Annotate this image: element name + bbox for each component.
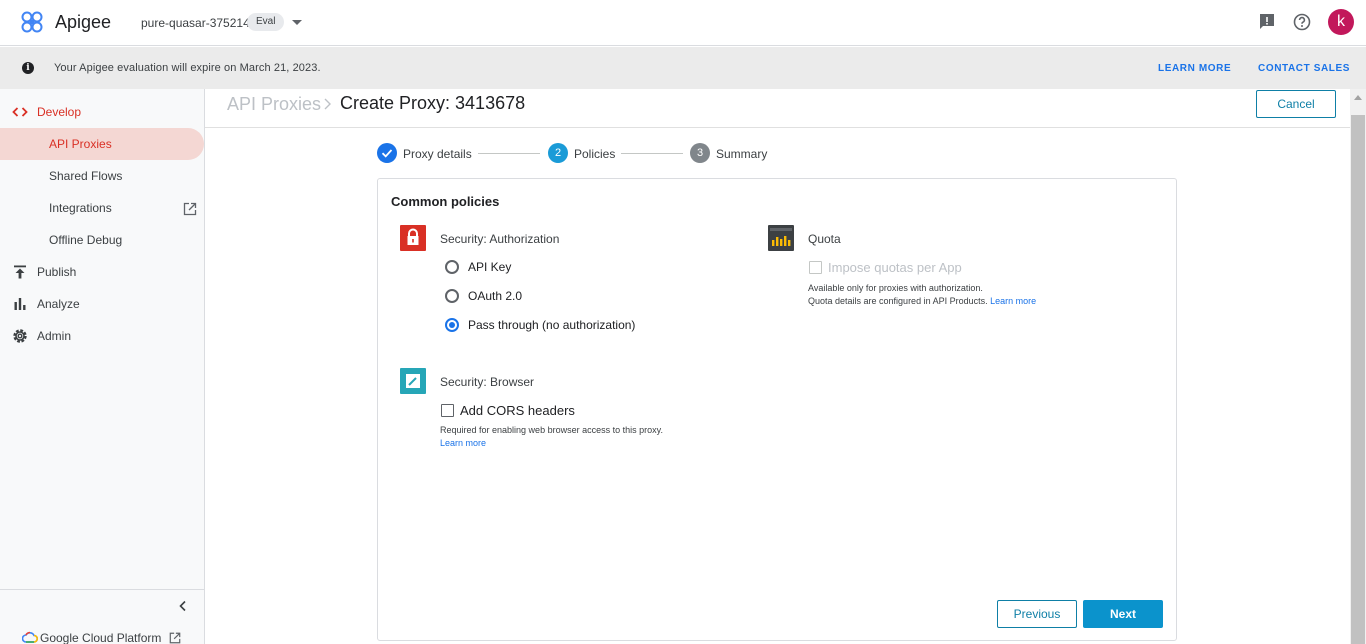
evaluation-banner: i Your Apigee evaluation will expire on … (0, 47, 1366, 89)
radio-oauth[interactable] (445, 289, 459, 303)
sidebar-item-label: API Proxies (49, 137, 112, 151)
radio-pass-through[interactable] (445, 318, 459, 332)
sidebar-item-label: Admin (37, 329, 72, 343)
feedback-icon[interactable] (1257, 12, 1277, 32)
sidebar-item-develop[interactable]: Develop (0, 96, 204, 128)
banner-message: Your Apigee evaluation will expire on Ma… (54, 62, 321, 74)
chevron-down-icon[interactable] (292, 20, 302, 25)
sidebar-item-integrations[interactable]: Integrations (0, 192, 204, 224)
eval-badge: Eval (247, 13, 285, 31)
step-connector (478, 153, 540, 154)
top-app-bar: Apigee pure-quasar-375214 Eval k (0, 0, 1366, 46)
sidebar-item-label: Develop (37, 105, 82, 119)
cors-checkbox[interactable] (441, 404, 454, 417)
scrollbar[interactable] (1350, 89, 1366, 644)
sidebar-item-label: Analyze (37, 297, 80, 311)
sidebar-item-label: Publish (37, 265, 77, 279)
radio-label[interactable]: API Key (468, 260, 511, 274)
help-text: Quota details are configured in API Prod… (808, 296, 988, 306)
sidebar-item-offline-debug[interactable]: Offline Debug (0, 224, 204, 256)
next-button[interactable]: Next (1083, 600, 1163, 628)
publish-icon (14, 265, 26, 279)
previous-button[interactable]: Previous (997, 600, 1077, 628)
cancel-button[interactable]: Cancel (1256, 90, 1336, 118)
account-avatar[interactable]: k (1328, 9, 1354, 35)
sidebar-item-label: Integrations (49, 201, 112, 215)
open-in-new-icon (183, 202, 197, 216)
google-cloud-logo-icon (22, 631, 38, 643)
step-number: 3 (690, 143, 710, 163)
chevron-left-icon[interactable] (176, 599, 190, 613)
divider (205, 127, 1350, 128)
sidebar-item-api-proxies[interactable]: API Proxies (0, 128, 204, 160)
step-label[interactable]: Proxy details (403, 147, 472, 161)
quota-help-text: Available only for proxies with authoriz… (808, 282, 1036, 308)
checkbox-label[interactable]: Add CORS headers (460, 403, 575, 418)
radio-label[interactable]: OAuth 2.0 (468, 289, 522, 303)
quota-label: Quota (808, 232, 841, 246)
breadcrumb[interactable]: API Proxies (227, 94, 321, 115)
card-title: Common policies (391, 194, 500, 209)
app-title[interactable]: Apigee (55, 12, 111, 33)
scroll-up-arrow-icon[interactable] (1354, 95, 1362, 100)
browser-label: Security: Browser (440, 375, 535, 389)
page-title: Create Proxy: 3413678 (340, 93, 526, 113)
check-icon (381, 149, 393, 158)
gear-icon (13, 329, 27, 343)
radio-api-key[interactable] (445, 260, 459, 274)
code-icon (12, 107, 28, 117)
browser-icon (400, 368, 426, 394)
sidebar-item-admin[interactable]: Admin (0, 320, 204, 352)
cors-help-text: Required for enabling web browser access… (440, 424, 663, 450)
help-line: Quota details are configured in API Prod… (808, 295, 1036, 308)
google-cloud-platform-link[interactable]: Google Cloud Platform (40, 631, 161, 644)
divider (0, 589, 204, 590)
step-done-icon (377, 143, 397, 163)
quota-icon (768, 225, 794, 251)
info-icon: i (22, 62, 34, 74)
scrollbar-thumb[interactable] (1351, 115, 1365, 644)
step-label[interactable]: Summary (716, 147, 767, 161)
radio-label[interactable]: Pass through (no authorization) (468, 318, 635, 332)
step-connector (621, 153, 683, 154)
apigee-logo-icon[interactable] (20, 10, 44, 34)
authorization-label: Security: Authorization (440, 232, 560, 246)
learn-more-link[interactable]: Learn more (990, 296, 1036, 306)
sidebar-item-analyze[interactable]: Analyze (0, 288, 204, 320)
sidebar-nav: Develop API Proxies Shared Flows Integra… (0, 89, 205, 644)
help-icon[interactable] (1292, 12, 1312, 32)
chevron-right-icon (324, 98, 331, 110)
open-in-new-icon (169, 632, 181, 644)
sidebar-item-label: Offline Debug (49, 233, 123, 247)
impose-quotas-checkbox[interactable] (809, 261, 822, 274)
bar-chart-icon (14, 298, 26, 310)
learn-more-link[interactable]: Learn more (440, 437, 663, 450)
sidebar-item-label: Shared Flows (49, 169, 123, 183)
contact-sales-link[interactable]: CONTACT SALES (1258, 63, 1350, 74)
lock-icon (400, 225, 426, 251)
step-number: 2 (548, 143, 568, 163)
sidebar-item-shared-flows[interactable]: Shared Flows (0, 160, 204, 192)
checkbox-label[interactable]: Impose quotas per App (828, 260, 962, 275)
learn-more-link[interactable]: LEARN MORE (1158, 63, 1231, 74)
sidebar-item-publish[interactable]: Publish (0, 256, 204, 288)
project-selector-name[interactable]: pure-quasar-375214 (141, 16, 250, 30)
step-label[interactable]: Policies (574, 147, 615, 161)
help-line: Available only for proxies with authoriz… (808, 283, 983, 293)
help-line: Required for enabling web browser access… (440, 425, 663, 435)
common-policies-card: Common policies Security: Authorization … (377, 178, 1177, 641)
